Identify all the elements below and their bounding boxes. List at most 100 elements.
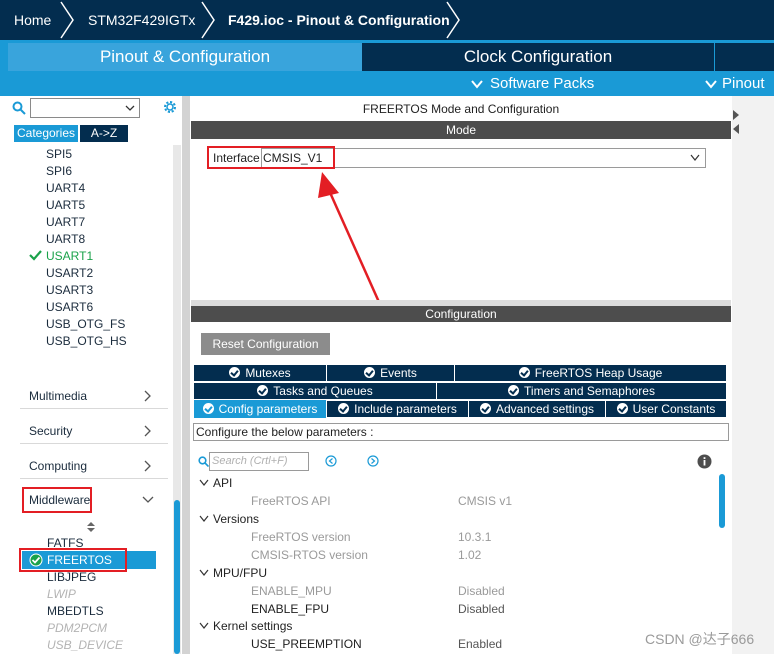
param-name: FreeRTOS version (251, 530, 351, 544)
gear-icon[interactable] (162, 99, 178, 115)
search-icon[interactable] (12, 101, 26, 115)
check-icon (29, 250, 42, 261)
param-name[interactable]: ENABLE_FPU (251, 601, 329, 617)
chevron-right-icon (144, 390, 151, 402)
category-search-dropdown[interactable] (30, 98, 140, 118)
chevron-down-icon[interactable] (199, 569, 209, 577)
param-value[interactable]: Enabled (458, 636, 502, 652)
check-circle-icon (229, 367, 241, 379)
previous-match-icon[interactable] (325, 455, 337, 467)
scrollbar-thumb[interactable] (174, 500, 180, 654)
watermark: CSDN @达子666 (645, 631, 755, 647)
param-name[interactable]: USE_PREEMPTION (251, 636, 362, 652)
chevron-down-icon[interactable] (199, 515, 209, 523)
peripheral-item[interactable]: USB_OTG_HS (46, 333, 127, 350)
middleware-item[interactable]: MBEDTLS (47, 603, 104, 620)
peripheral-item[interactable]: SPI6 (46, 163, 72, 180)
tab-label: Timers and Semaphores (524, 384, 655, 398)
highlight-box-interface (207, 146, 335, 169)
param-value: CMSIS v1 (458, 494, 513, 508)
peripheral-item[interactable]: UART5 (46, 197, 85, 214)
panel-splitter[interactable] (182, 96, 190, 654)
breadcrumb-separator-icon (60, 1, 74, 39)
peripheral-item[interactable]: USART2 (46, 265, 93, 282)
next-match-icon[interactable] (367, 455, 379, 467)
tab-tasks-and-queues[interactable]: Tasks and Queues (194, 383, 436, 399)
left-scrollbar[interactable] (173, 145, 181, 654)
peripheral-item[interactable]: SPI5 (46, 146, 72, 163)
sort-icon[interactable] (87, 522, 95, 532)
collapse-arrow-icon[interactable] (733, 110, 739, 134)
chevron-down-icon[interactable] (199, 479, 209, 487)
param-value: Disabled (458, 584, 505, 598)
parameter-scrollbar-thumb[interactable] (719, 474, 725, 528)
divider (20, 443, 168, 444)
mode-section-header: Mode (191, 121, 731, 139)
tab-label: Advanced settings (495, 402, 595, 416)
check-circle-icon (479, 403, 491, 415)
tab-label: FreeRTOS Heap Usage (534, 366, 663, 380)
param-value: 1.02 (458, 548, 482, 562)
peripheral-item[interactable]: USART6 (46, 299, 93, 316)
tab-user-constants[interactable]: User Constants (606, 401, 726, 417)
reset-configuration-button[interactable]: Reset Configuration (201, 333, 330, 355)
param-name: FreeRTOS API (251, 494, 331, 508)
peripheral-item-usart1[interactable]: USART1 (46, 248, 93, 265)
breadcrumb-mcu[interactable]: STM32F429IGTx (88, 0, 195, 40)
param-group-api[interactable]: API (213, 475, 232, 491)
breadcrumb-separator-icon (201, 1, 215, 39)
tab-events[interactable]: Events (327, 365, 454, 381)
tab-a-to-z[interactable]: A->Z (80, 125, 128, 142)
category-computing[interactable]: Computing (29, 456, 87, 476)
tab-include-parameters[interactable]: Include parameters (327, 401, 468, 417)
divider (20, 408, 168, 409)
tab-label: Tasks and Queues (273, 384, 373, 398)
check-circle-icon (202, 403, 214, 415)
check-circle-icon (338, 403, 350, 415)
category-security[interactable]: Security (29, 421, 72, 441)
peripheral-item[interactable]: UART8 (46, 231, 85, 248)
highlight-box-middleware (22, 487, 92, 513)
middleware-item-disabled: USB_DEVICE (47, 638, 124, 652)
param-group-kernel-settings[interactable]: Kernel settings (213, 618, 292, 634)
tab-label: User Constants (632, 402, 716, 416)
chevron-down-icon[interactable] (199, 622, 209, 630)
chevron-right-icon (144, 425, 151, 437)
param-group-mpu-fpu[interactable]: MPU/FPU (213, 565, 267, 581)
chevron-down-icon (125, 105, 135, 111)
tab-timers-and-semaphores[interactable]: Timers and Semaphores (437, 383, 726, 399)
parameter-search-input[interactable]: Search (Crtl+F) (209, 452, 309, 471)
pinout-menu[interactable]: Pinout (722, 73, 765, 95)
right-panel-strip (732, 96, 774, 654)
chevron-right-icon (144, 460, 151, 472)
tab-freertos-heap-usage[interactable]: FreeRTOS Heap Usage (455, 365, 726, 381)
breadcrumb-home[interactable]: Home (14, 0, 51, 40)
breadcrumb-separator-icon (446, 1, 460, 39)
tab-overflow[interactable] (715, 43, 774, 71)
tab-config-parameters[interactable]: Config parameters (194, 400, 326, 418)
param-value[interactable]: Disabled (458, 601, 505, 617)
middleware-item[interactable]: LIBJPEG (47, 569, 96, 586)
param-name: CMSIS-RTOS version (251, 548, 368, 562)
tab-clock-configuration[interactable]: Clock Configuration (362, 43, 714, 71)
software-packs-menu[interactable]: Software Packs (490, 73, 594, 95)
tab-advanced-settings[interactable]: Advanced settings (469, 401, 605, 417)
tab-mutexes[interactable]: Mutexes (194, 365, 326, 381)
category-multimedia[interactable]: Multimedia (29, 386, 87, 406)
middleware-item-disabled: LWIP (47, 587, 76, 601)
tab-pinout-configuration[interactable]: Pinout & Configuration (8, 43, 362, 71)
param-group-versions[interactable]: Versions (213, 511, 259, 527)
check-circle-icon (518, 367, 530, 379)
peripheral-item[interactable]: USART3 (46, 282, 93, 299)
middleware-item-disabled: PDM2PCM (47, 621, 108, 635)
tab-label: Include parameters (354, 402, 457, 416)
breadcrumb-project[interactable]: F429.ioc - Pinout & Configuration (228, 0, 450, 40)
peripheral-item[interactable]: UART4 (46, 180, 85, 197)
param-value: 10.3.1 (458, 530, 492, 544)
info-icon[interactable] (697, 454, 712, 469)
tab-categories[interactable]: Categories (14, 125, 78, 142)
configuration-section-header: Configuration (191, 306, 731, 322)
divider (20, 478, 168, 479)
peripheral-item[interactable]: USB_OTG_FS (46, 316, 125, 333)
peripheral-item[interactable]: UART7 (46, 214, 85, 231)
